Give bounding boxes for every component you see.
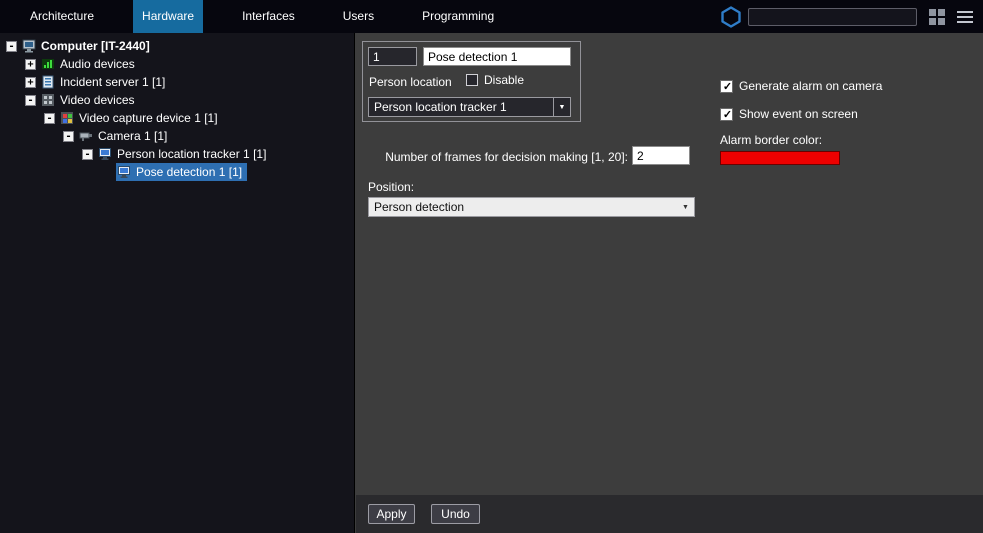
settings-panel: Person location Disable Person location … xyxy=(356,33,983,495)
computer-icon xyxy=(22,39,37,53)
position-select[interactable]: Person detection xyxy=(368,197,695,217)
position-label: Position: xyxy=(368,180,414,194)
object-name-input[interactable] xyxy=(423,47,571,66)
tree-item-computer[interactable]: - Computer [IT-2440] xyxy=(0,37,354,55)
frames-count-label: Number of frames for decision making [1,… xyxy=(356,150,628,164)
show-event-checkbox[interactable] xyxy=(720,108,733,121)
frames-count-input[interactable] xyxy=(632,146,690,165)
alarm-color-swatch[interactable] xyxy=(720,151,840,165)
expand-toggle[interactable]: - xyxy=(25,95,36,106)
person-location-label: Person location xyxy=(369,75,452,89)
top-menu-bar: Architecture Hardware Interfaces Users P… xyxy=(0,0,983,33)
tab-users[interactable]: Users xyxy=(334,0,383,33)
tree-item-person-location-tracker[interactable]: - Person location tracker 1 [1] xyxy=(0,145,354,163)
generate-alarm-label: Generate alarm on camera xyxy=(739,79,882,93)
action-bar: Apply Undo xyxy=(356,495,983,533)
generate-alarm-checkbox[interactable] xyxy=(720,80,733,93)
expand-toggle[interactable]: - xyxy=(44,113,55,124)
tree-item-label: Person location tracker 1 [1] xyxy=(117,147,266,161)
expand-toggle[interactable]: - xyxy=(82,149,93,160)
disable-label: Disable xyxy=(484,73,524,87)
parent-tracker-value: Person location tracker 1 xyxy=(369,100,553,114)
apply-button[interactable]: Apply xyxy=(368,504,415,524)
tree-item-label: Incident server 1 [1] xyxy=(60,75,165,89)
tree-item-pose-detection[interactable]: Pose detection 1 [1] xyxy=(0,163,354,181)
tab-architecture[interactable]: Architecture xyxy=(21,0,103,33)
show-event-label: Show event on screen xyxy=(739,107,858,121)
menu-icon[interactable] xyxy=(955,9,975,25)
tab-interfaces[interactable]: Interfaces xyxy=(233,0,304,33)
tree-item-camera[interactable]: - Camera 1 [1] xyxy=(0,127,354,145)
tree-item-video-capture-device[interactable]: - Video capture device 1 [1] xyxy=(0,109,354,127)
expand-toggle[interactable]: - xyxy=(6,41,17,52)
app-window: Architecture Hardware Interfaces Users P… xyxy=(0,0,983,533)
object-id-input[interactable] xyxy=(368,47,417,66)
chevron-down-icon xyxy=(677,198,694,216)
tree-item-incident-server[interactable]: + Incident server 1 [1] xyxy=(0,73,354,91)
tab-programming[interactable]: Programming xyxy=(413,0,503,33)
tree-item-video-devices[interactable]: - Video devices xyxy=(0,91,354,109)
video-devices-icon xyxy=(41,93,56,107)
tree-item-label: Computer [IT-2440] xyxy=(41,39,150,53)
incident-server-icon xyxy=(41,75,56,89)
pose-display-icon xyxy=(117,165,132,179)
audio-device-icon xyxy=(41,57,56,71)
chevron-down-icon xyxy=(553,98,570,116)
search-input[interactable] xyxy=(748,8,917,26)
tree-item-label: Video capture device 1 [1] xyxy=(79,111,218,125)
object-identity-groupbox: Person location Disable Person location … xyxy=(362,41,581,122)
generate-alarm-row[interactable]: Generate alarm on camera xyxy=(720,79,882,93)
tree-item-label: Camera 1 [1] xyxy=(98,129,167,143)
show-event-row[interactable]: Show event on screen xyxy=(720,107,858,121)
expand-toggle[interactable]: + xyxy=(25,77,36,88)
expand-toggle[interactable]: - xyxy=(63,131,74,142)
video-capture-device-icon xyxy=(60,111,75,125)
alarm-border-color-label: Alarm border color: xyxy=(720,133,822,147)
camera-icon xyxy=(79,129,94,143)
layout-grid-icon[interactable] xyxy=(928,8,946,25)
tracker-display-icon xyxy=(98,147,113,161)
tree-item-audio-devices[interactable]: + Audio devices xyxy=(0,55,354,73)
device-tree-panel: - Computer [IT-2440] + Audio devices + I… xyxy=(0,33,355,533)
app-logo-hexagon-icon xyxy=(719,5,743,29)
undo-button[interactable]: Undo xyxy=(431,504,480,524)
disable-checkbox[interactable] xyxy=(466,74,478,86)
tree-item-label: Audio devices xyxy=(60,57,135,71)
tree-item-label: Pose detection 1 [1] xyxy=(136,165,242,179)
tab-hardware[interactable]: Hardware xyxy=(133,0,203,33)
disable-checkbox-row[interactable]: Disable xyxy=(466,73,524,87)
parent-tracker-select[interactable]: Person location tracker 1 xyxy=(368,97,571,117)
expand-toggle[interactable]: + xyxy=(25,59,36,70)
tree-item-label: Video devices xyxy=(60,93,135,107)
position-value: Person detection xyxy=(369,200,677,214)
